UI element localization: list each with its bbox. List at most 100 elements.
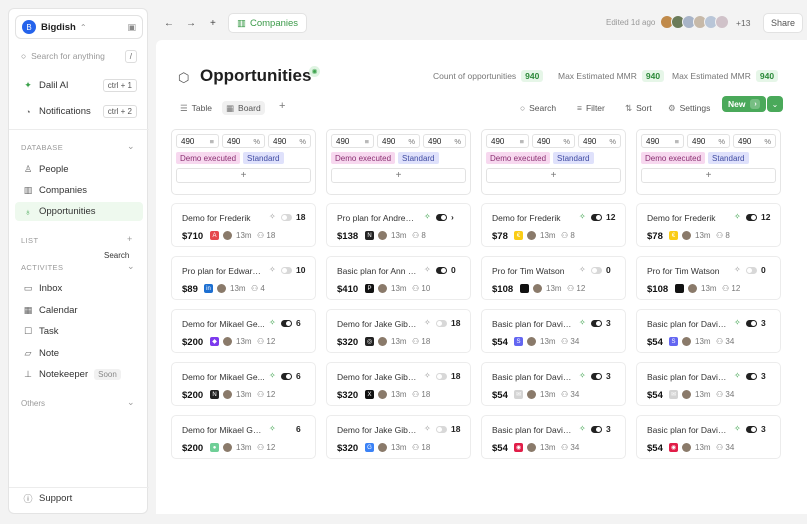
chevron-down-icon[interactable]: ⌄ xyxy=(127,141,135,152)
sparkle-icon[interactable]: ✧ xyxy=(579,212,586,221)
toggle-switch[interactable] xyxy=(591,320,602,327)
toggle-switch[interactable] xyxy=(436,214,447,221)
opportunity-card[interactable]: Demo for Mikael Ge... ✧ 6 $200 ◆ 13m ⚇ 12 xyxy=(171,309,316,353)
toggle-switch[interactable] xyxy=(746,320,757,327)
gear-badge-icon[interactable]: ✺ xyxy=(309,66,320,77)
tag-chip[interactable]: Standard xyxy=(398,152,439,164)
tag-chip[interactable]: Standard xyxy=(243,152,284,164)
tab-board[interactable]: ▦ Board xyxy=(222,101,265,115)
opportunity-card[interactable]: Basic plan for David w... ✧ 3 $54 ◉ 13m ⚇ 34 xyxy=(481,415,626,459)
opportunity-card[interactable]: Demo for Jake Gibson ✧ 18 $320 ◎ 13m ⚇ 18 xyxy=(326,309,471,353)
sidebar-item-calendar[interactable]: ▦ Calendar xyxy=(15,301,143,320)
sparkle-icon[interactable]: ✧ xyxy=(734,318,741,327)
toggle-switch[interactable] xyxy=(746,214,757,221)
filter-field[interactable]: 490 ≡ xyxy=(176,134,219,148)
toggle-switch[interactable] xyxy=(591,373,602,380)
filter-field[interactable]: 490 ≡ xyxy=(641,134,684,148)
filter-field[interactable]: 490 ≡ xyxy=(331,134,374,148)
sparkle-icon[interactable]: ✧ xyxy=(269,212,276,221)
workspace-switcher[interactable]: B Bigdish ⌃ ▣ xyxy=(15,15,143,39)
opportunity-card[interactable]: Pro for Tim Watson ✧ 0 $108 13m ⚇ 12 xyxy=(636,256,781,300)
tag-chip[interactable]: Demo executed xyxy=(641,152,706,164)
search-bar[interactable]: ○ Search for anything / xyxy=(15,47,143,65)
toggle-switch[interactable] xyxy=(436,373,447,380)
sparkle-icon[interactable]: ✧ xyxy=(579,371,586,380)
opportunity-card[interactable]: Pro plan for Andrew ... ✧ › $138 N 13m ⚇ 8 xyxy=(326,203,471,247)
sidebar-item-opportunities[interactable]: ♁ Opportunities xyxy=(15,202,143,221)
toggle-switch[interactable] xyxy=(746,267,757,274)
sparkle-icon[interactable]: ✧ xyxy=(579,424,586,433)
add-card-button[interactable]: + xyxy=(331,168,466,183)
nav-dalil-ai[interactable]: ✦ Dalil AI ctrl + 1 xyxy=(15,76,143,95)
tag-chip[interactable]: Standard xyxy=(553,152,594,164)
toggle-switch[interactable] xyxy=(436,426,447,433)
sparkle-icon[interactable]: ✧ xyxy=(269,265,276,274)
filter-field[interactable]: 490% xyxy=(532,134,575,148)
sparkle-icon[interactable]: ✧ xyxy=(579,318,586,327)
opportunity-card[interactable]: Pro plan for Edwarw... ✧ 10 $89 in 13m ⚇ 4 xyxy=(171,256,316,300)
filter-field[interactable]: 490% xyxy=(733,134,776,148)
sparkle-icon[interactable]: ✧ xyxy=(424,212,431,221)
filter-field[interactable]: 490% xyxy=(578,134,621,148)
sidebar-item-note[interactable]: ▱ Note xyxy=(15,344,143,363)
tag-chip[interactable]: Demo executed xyxy=(176,152,241,164)
tab-table[interactable]: ☰ Table xyxy=(176,101,216,115)
sparkle-icon[interactable]: ✧ xyxy=(269,318,276,327)
new-button[interactable]: New › xyxy=(722,96,767,112)
sparkle-icon[interactable]: ✧ xyxy=(269,371,276,380)
sparkle-icon[interactable]: ✧ xyxy=(269,424,276,433)
sidebar-item-companies[interactable]: ▥ Companies xyxy=(15,181,143,200)
sparkle-icon[interactable]: ✧ xyxy=(424,318,431,327)
opportunity-card[interactable]: Demo for Mikael George ✧ 6 $200 ● 13m ⚇ 12 xyxy=(171,415,316,459)
sparkle-icon[interactable]: ✧ xyxy=(424,265,431,274)
sparkle-icon[interactable]: ✧ xyxy=(579,265,586,274)
sparkle-icon[interactable]: ✧ xyxy=(734,265,741,274)
sparkle-icon[interactable]: ✧ xyxy=(734,371,741,380)
filter-button[interactable]: ≡ Filter xyxy=(573,101,609,115)
search-button[interactable]: ○ Search xyxy=(516,101,560,115)
opportunity-card[interactable]: Basic plan for David w... ✧ 3 $54 ✉ 13m ⚇ 34 xyxy=(481,362,626,406)
tag-chip[interactable]: Demo executed xyxy=(331,152,396,164)
toggle-switch[interactable] xyxy=(746,373,757,380)
toggle-switch[interactable] xyxy=(281,267,292,274)
sort-button[interactable]: ⇅ Sort xyxy=(621,101,656,115)
sparkle-icon[interactable]: ✧ xyxy=(424,424,431,433)
filter-field[interactable]: 490% xyxy=(222,134,265,148)
add-card-button[interactable]: + xyxy=(641,168,776,183)
toggle-switch[interactable] xyxy=(591,426,602,433)
chevron-down-icon[interactable]: ⌄ xyxy=(127,397,135,408)
tag-chip[interactable]: Demo executed xyxy=(486,152,551,164)
filter-field[interactable]: 490% xyxy=(687,134,730,148)
plus-icon[interactable]: + xyxy=(127,234,132,244)
opportunity-card[interactable]: Basic plan for David w... ✧ 3 $54 ◉ 13m ⚇ 34 xyxy=(636,415,781,459)
support-link[interactable]: ⓘ Support xyxy=(15,489,143,508)
chevron-down-icon[interactable]: ⌄ xyxy=(127,261,135,272)
list-search-label[interactable]: Search xyxy=(104,251,129,260)
forward-arrow-icon[interactable]: → xyxy=(186,18,196,29)
tag-chip[interactable]: Standard xyxy=(708,152,749,164)
toggle-switch[interactable] xyxy=(746,426,757,433)
sidebar-item-task[interactable]: ☐ Task xyxy=(15,322,143,341)
toggle-switch[interactable] xyxy=(591,267,602,274)
filter-field[interactable]: 490 ≡ xyxy=(486,134,529,148)
opportunity-card[interactable]: Demo for Frederik ✧ 18 $710 A 13m ⚇ 18 xyxy=(171,203,316,247)
opportunity-card[interactable]: Basic plan for Ann Sas... ✧ 0 $410 P 13m ⚇ 10 xyxy=(326,256,471,300)
sidebar-item-people[interactable]: ♙ People xyxy=(15,160,143,179)
opportunity-card[interactable]: Demo for Frederik ✧ 12 $78 €13m ⚇ 8 xyxy=(636,203,781,247)
opportunity-card[interactable]: Demo for Mikael Ge... ✧ 6 $200 N 13m ⚇ 12 xyxy=(171,362,316,406)
opportunity-card[interactable]: Demo for Jake Gibson ✧ 18 $320 X 13m ⚇ 18 xyxy=(326,362,471,406)
sparkle-icon[interactable]: ✧ xyxy=(424,371,431,380)
sparkle-icon[interactable]: ✧ xyxy=(734,424,741,433)
opportunity-card[interactable]: Pro for Tim Watson ✧ 0 $108 13m ⚇ 12 xyxy=(481,256,626,300)
toggle-switch[interactable] xyxy=(436,267,447,274)
toggle-switch[interactable] xyxy=(281,320,292,327)
sidebar-toggle-icon[interactable]: ▣ xyxy=(127,22,136,33)
sidebar-item-inbox[interactable]: ▭ Inbox xyxy=(15,279,143,298)
opportunity-card[interactable]: Basic plan for David w... ✧ 3 $54 S 13m ⚇ 34 xyxy=(636,309,781,353)
add-card-button[interactable]: + xyxy=(486,168,621,183)
add-card-button[interactable]: + xyxy=(176,168,311,183)
filter-field[interactable]: 490% xyxy=(423,134,466,148)
opportunity-card[interactable]: Demo for Jake Gibson ✧ 18 $320 G 13m ⚇ 18 xyxy=(326,415,471,459)
opportunity-card[interactable]: Basic plan for David w... ✧ 3 $54 ✉ 13m ⚇ 34 xyxy=(636,362,781,406)
sparkle-icon[interactable]: ✧ xyxy=(734,212,741,221)
